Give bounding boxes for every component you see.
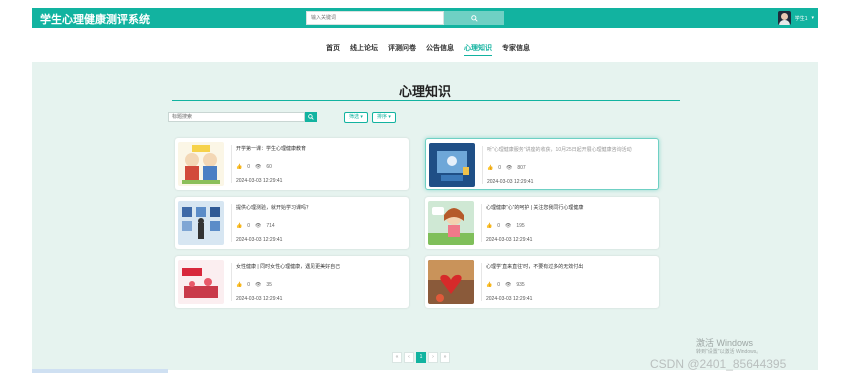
page-last-button[interactable]: »	[440, 352, 450, 363]
eye-icon: 👁	[255, 223, 262, 229]
header-search	[306, 11, 504, 25]
view-count: 195	[516, 223, 525, 229]
pagination: « ‹ 1 › »	[392, 352, 450, 363]
page-title: 心理知识	[398, 84, 451, 99]
like-count: 0	[497, 223, 501, 229]
article-thumbnail[interactable]	[178, 142, 224, 186]
article-title[interactable]: 开学第一课：学生心理健康教育	[236, 145, 406, 152]
filter-dropdown[interactable]: 筛选 ▾	[344, 112, 368, 123]
page-prev-button[interactable]: ‹	[404, 352, 414, 363]
like-count: 0	[498, 165, 502, 171]
article-card[interactable]: 女性健康 | 同时女性心理健康，遇见更美好自己 👍 0 👁 35 2024-03…	[175, 256, 409, 308]
csdn-watermark: CSDN @2401_85644395	[650, 357, 787, 371]
avatar[interactable]	[777, 11, 791, 25]
card-divider	[231, 204, 232, 242]
site-title: 学生心理健康测评系统	[40, 14, 150, 26]
article-title[interactable]: 女性健康 | 同时女性心理健康，遇见更美好自己	[236, 263, 406, 270]
nav-item-experts[interactable]: 专家信息	[502, 43, 530, 53]
nav-item-forum[interactable]: 线上论坛	[350, 43, 378, 53]
eye-icon: 👁	[505, 223, 512, 229]
article-title[interactable]: 心理健康“心”的呵护 | 关注您我同行心理健康	[486, 204, 656, 211]
user-menu[interactable]: 学生1 ▾	[777, 10, 814, 26]
page-frame: 学生心理健康测评系统 学生1 ▾ 首页 线上论坛 评测问卷 公告信息 心理知识 …	[32, 8, 818, 370]
like-count: 0	[247, 282, 251, 288]
eye-icon: 👁	[506, 165, 513, 171]
search-icon	[470, 14, 478, 22]
article-card[interactable]: 心理学‘直来直往’时，不要有过多的无效付出 👍 0 👁 935 2024-03-…	[425, 256, 659, 308]
header-search-button[interactable]	[444, 11, 504, 25]
nav-item-notices[interactable]: 公告信息	[426, 43, 454, 53]
page-number-button[interactable]: 1	[416, 352, 426, 363]
article-date: 2024-03-03 12:29:41	[236, 178, 283, 184]
article-date: 2024-03-03 12:29:41	[236, 296, 283, 302]
eye-icon: 👁	[255, 164, 262, 170]
chevron-down-icon[interactable]: ▾	[811, 15, 814, 21]
article-thumbnail[interactable]	[429, 143, 475, 187]
article-stats: 👍 0 👁 714	[236, 223, 275, 229]
title-divider	[172, 100, 680, 101]
like-icon: 👍	[486, 223, 493, 229]
like-count: 0	[247, 223, 251, 229]
article-date: 2024-03-03 12:29:41	[236, 237, 283, 243]
view-count: 935	[516, 282, 525, 288]
like-count: 0	[497, 282, 501, 288]
title-search-input[interactable]: 标题搜索	[168, 112, 305, 122]
eye-icon: 👁	[505, 282, 512, 288]
nav-item-home[interactable]: 首页	[326, 43, 340, 53]
card-divider	[481, 263, 482, 301]
top-header-bar: 学生心理健康测评系统 学生1 ▾	[32, 8, 818, 28]
like-icon: 👍	[236, 164, 243, 170]
sort-dropdown[interactable]: 排序 ▾	[372, 112, 396, 123]
article-thumbnail[interactable]	[178, 201, 224, 245]
article-thumbnail[interactable]	[178, 260, 224, 304]
view-count: 714	[266, 223, 275, 229]
card-divider	[231, 263, 232, 301]
user-name[interactable]: 学生1	[795, 15, 808, 22]
card-divider	[231, 145, 232, 183]
search-icon	[308, 114, 314, 120]
article-date: 2024-03-03 12:29:41	[487, 179, 534, 185]
view-count: 35	[266, 282, 272, 288]
page-first-button[interactable]: «	[392, 352, 402, 363]
eye-icon: 👁	[255, 282, 262, 288]
article-card[interactable]: 心理健康“心”的呵护 | 关注您我同行心理健康 👍 0 👁 195 2024-0…	[425, 197, 659, 249]
main-nav: 首页 线上论坛 评测问卷 公告信息 心理知识 专家信息	[32, 28, 818, 62]
article-card[interactable]: 听"心理健康服务"讲座的收获，10月25日起开展心理健康咨询活动 👍 0 👁 8…	[425, 138, 659, 190]
title-search-button[interactable]	[305, 112, 317, 122]
like-icon: 👍	[236, 223, 243, 229]
windows-activation-hint: 转到"设置"以激活 Windows。	[696, 349, 762, 355]
article-thumbnail[interactable]	[428, 201, 474, 245]
header-search-input[interactable]	[306, 11, 444, 25]
card-divider	[481, 204, 482, 242]
like-icon: 👍	[487, 165, 494, 171]
article-title[interactable]: 提供心理测验，就开始学习课吗？	[236, 204, 406, 211]
article-date: 2024-03-03 12:29:41	[486, 296, 533, 302]
article-card[interactable]: 提供心理测验，就开始学习课吗？ 👍 0 👁 714 2024-03-03 12:…	[175, 197, 409, 249]
like-count: 0	[247, 164, 251, 170]
nav-item-psych-knowledge[interactable]: 心理知识	[464, 43, 492, 56]
browser-status-bar	[32, 369, 168, 373]
page-next-button[interactable]: ›	[428, 352, 438, 363]
article-title[interactable]: 听"心理健康服务"讲座的收获，10月25日起开展心理健康咨询活动	[487, 146, 657, 153]
article-stats: 👍 0 👁 60	[236, 164, 272, 170]
like-icon: 👍	[236, 282, 243, 288]
article-stats: 👍 0 👁 195	[486, 223, 525, 229]
card-divider	[482, 146, 483, 184]
article-card[interactable]: 开学第一课：学生心理健康教育 👍 0 👁 60 2024-03-03 12:29…	[175, 138, 409, 190]
like-icon: 👍	[486, 282, 493, 288]
view-count: 60	[266, 164, 272, 170]
article-thumbnail[interactable]	[428, 260, 474, 304]
article-title[interactable]: 心理学‘直来直往’时，不要有过多的无效付出	[486, 263, 656, 270]
nav-item-survey[interactable]: 评测问卷	[388, 43, 416, 53]
article-stats: 👍 0 👁 935	[486, 282, 525, 288]
article-stats: 👍 0 👁 807	[487, 165, 526, 171]
article-stats: 👍 0 👁 35	[236, 282, 272, 288]
view-count: 807	[517, 165, 526, 171]
article-date: 2024-03-03 12:29:41	[486, 237, 533, 243]
